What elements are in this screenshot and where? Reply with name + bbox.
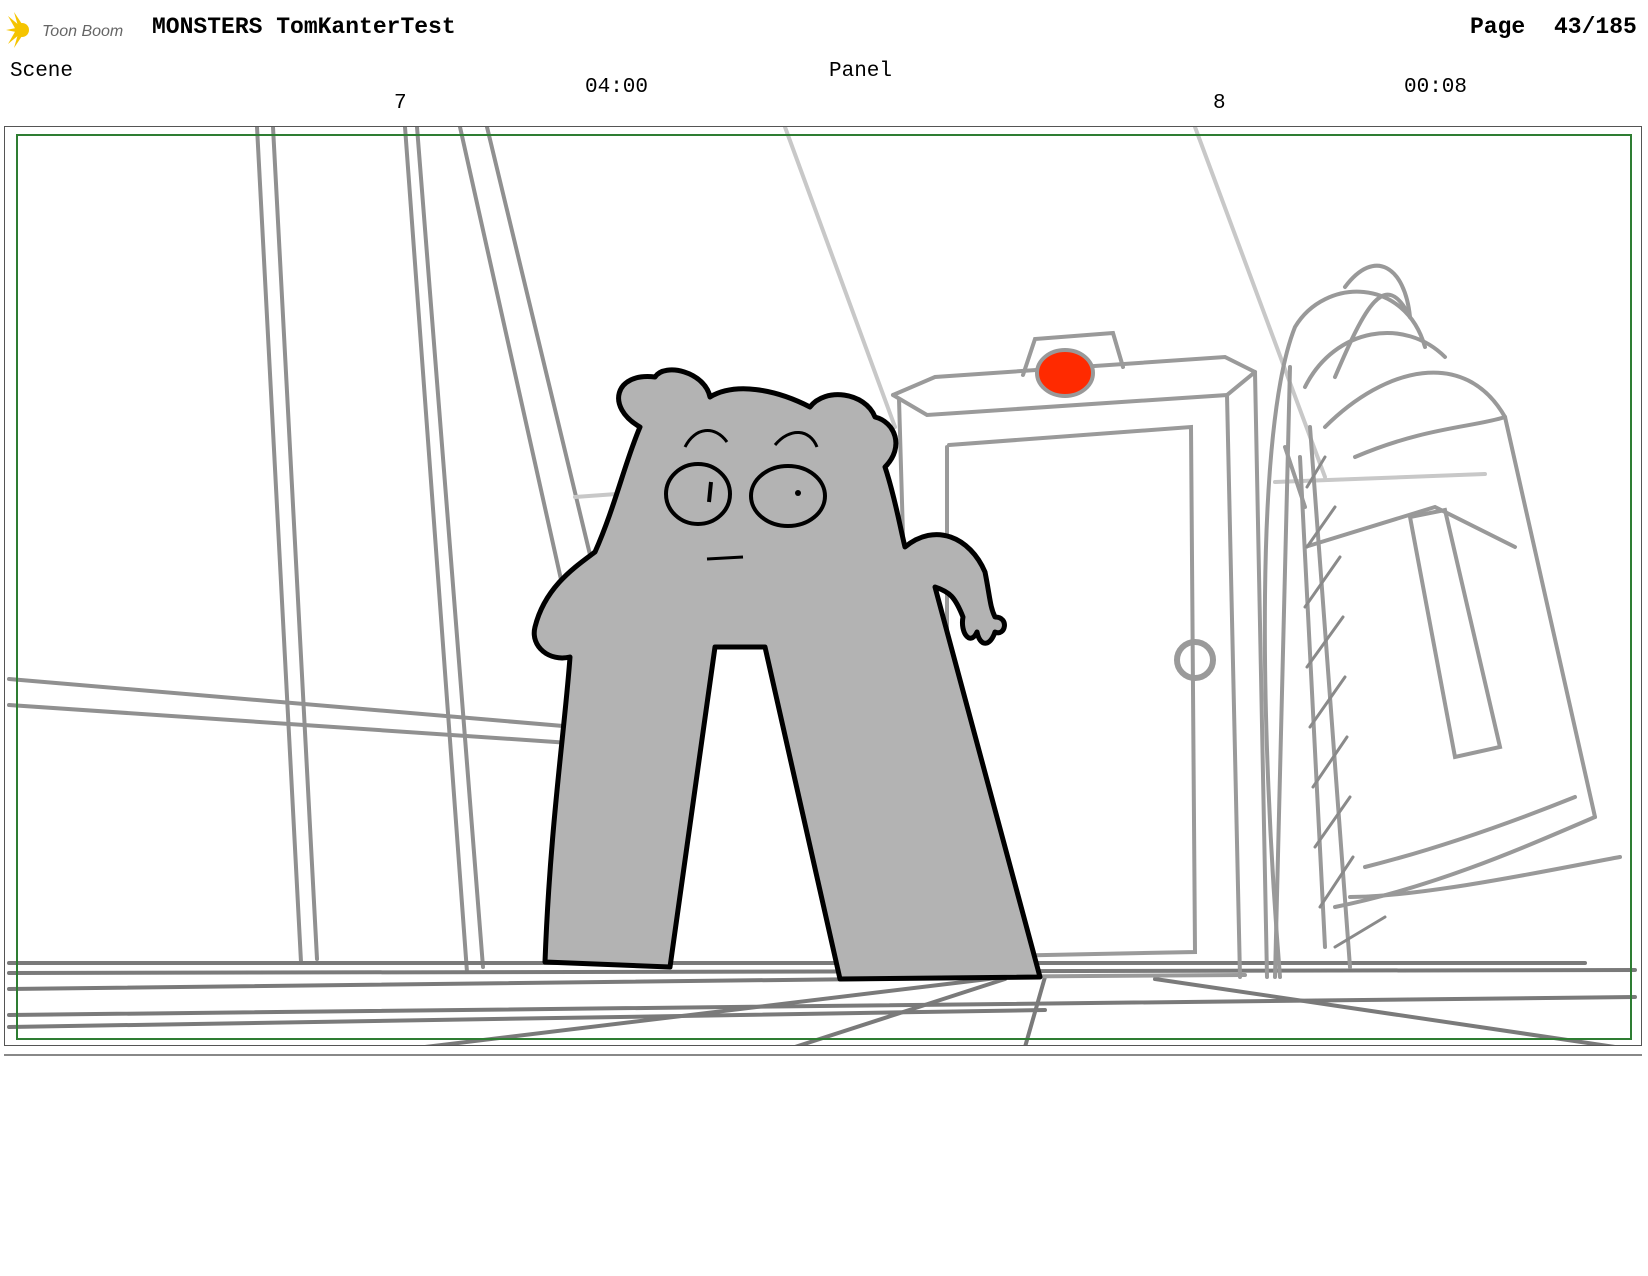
panel-duration: 00:08	[1404, 76, 1468, 99]
storyboard-panel-image	[4, 126, 1642, 1046]
monster-left-eye	[664, 462, 732, 526]
scene-number: 7	[394, 92, 407, 115]
monster-left-pupil	[707, 481, 713, 503]
monster-right-pupil	[795, 490, 801, 496]
alarm-light	[1035, 348, 1095, 398]
door-knob	[1174, 639, 1216, 681]
page-label: Page	[1470, 14, 1526, 40]
toon-boom-logo: Toon Boom	[6, 10, 136, 50]
machine-sketch	[1262, 263, 1622, 979]
floor-lines	[7, 961, 1637, 1045]
scene-label: Scene	[10, 60, 74, 83]
panel-number: 8	[1213, 92, 1226, 115]
storyboard-sketch	[7, 127, 1637, 1045]
window-frame-lines	[7, 127, 607, 974]
page-number: 43/185	[1554, 14, 1637, 40]
monster-mouth	[706, 555, 744, 561]
project-title: MONSTERS TomKanterTest	[152, 14, 456, 40]
monster-right-eye	[749, 464, 827, 528]
logo-text: Toon Boom	[42, 23, 123, 40]
panel-divider	[4, 1054, 1642, 1056]
panel-label: Panel	[829, 60, 893, 83]
monster-character	[531, 367, 1043, 982]
toon-boom-logo-mark: Toon Boom	[6, 12, 123, 48]
scene-duration: 04:00	[585, 76, 649, 99]
